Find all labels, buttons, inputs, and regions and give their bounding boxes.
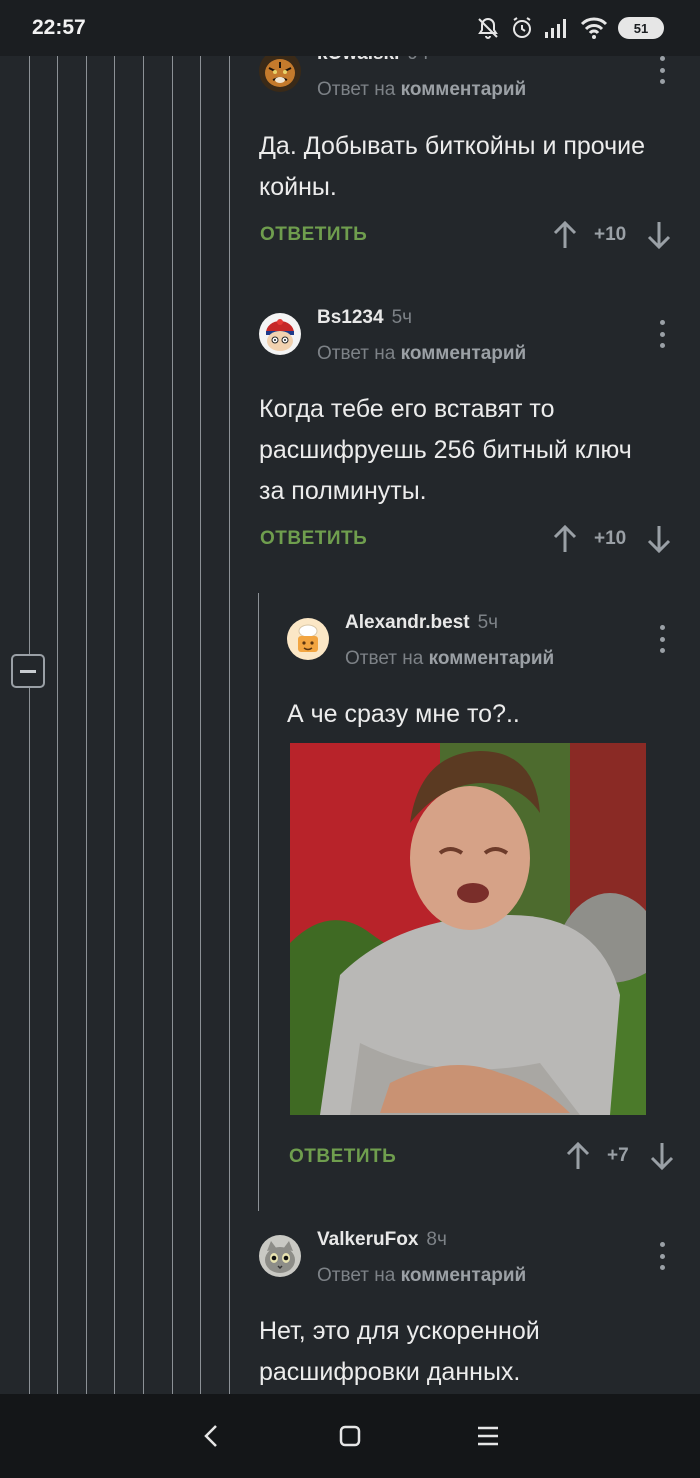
- reply-to-link[interactable]: комментарий: [429, 648, 555, 669]
- back-icon[interactable]: [198, 1422, 226, 1450]
- status-bar: 22:57 51: [0, 0, 700, 56]
- notifications-off-icon: [478, 17, 498, 39]
- avatar[interactable]: [259, 313, 301, 355]
- comment-author[interactable]: Alexandr.best 5ч: [345, 612, 498, 634]
- thread-line: [200, 56, 201, 1394]
- battery-level: 51: [633, 20, 649, 36]
- reply-to: Ответ на комментарий: [345, 648, 554, 670]
- alarm-icon: [513, 17, 531, 38]
- reply-to-prefix: Ответ на: [345, 648, 424, 669]
- home-icon[interactable]: [336, 1422, 364, 1450]
- more-options-icon[interactable]: [659, 56, 665, 84]
- signal-icon: [545, 19, 566, 38]
- more-options-icon[interactable]: [659, 320, 665, 348]
- thread-line: [57, 56, 58, 1394]
- thread-line: [114, 56, 115, 1394]
- thread-line: [143, 56, 144, 1394]
- vote-controls: +10: [552, 524, 672, 554]
- reply-button[interactable]: ОТВЕТИТЬ: [289, 1146, 396, 1168]
- reply-to-prefix: Ответ на: [317, 343, 396, 364]
- battery-icon: 51: [618, 17, 664, 39]
- collapse-thread-button[interactable]: [11, 654, 45, 688]
- status-time: 22:57: [32, 16, 86, 39]
- vote-controls: +7: [565, 1141, 675, 1171]
- comment-text: Да. Добывать биткойны и прочие койны.: [259, 132, 646, 201]
- more-options-icon[interactable]: [659, 1242, 665, 1270]
- reply-to-link[interactable]: комментарий: [401, 343, 527, 364]
- comment-text: Когда тебе его вставят то расшифруешь 25…: [259, 395, 632, 505]
- downvote-icon[interactable]: [646, 220, 672, 250]
- thread-line: [86, 56, 87, 1394]
- comment-author[interactable]: ValkeruFox 8ч: [317, 1229, 447, 1251]
- comment-text: Нет, это для ускоренной расшифровки данн…: [259, 1317, 540, 1386]
- menu-icon[interactable]: [474, 1422, 502, 1450]
- reply-button[interactable]: ОТВЕТИТЬ: [260, 224, 367, 246]
- comment-time: 5ч: [477, 612, 499, 633]
- author-name[interactable]: Alexandr.best: [345, 612, 470, 633]
- comment-score: +7: [607, 1145, 629, 1166]
- reply-to: Ответ на комментарий: [317, 343, 526, 365]
- system-nav-bar: [0, 1394, 700, 1478]
- comment-time: 8ч: [426, 1229, 447, 1250]
- status-icons: 51: [476, 16, 664, 40]
- upvote-icon[interactable]: [552, 524, 578, 554]
- avatar[interactable]: [259, 1235, 301, 1277]
- comment-score: +10: [594, 528, 627, 549]
- thread-line: [258, 593, 259, 1211]
- comment-text: А че сразу мне то?..: [287, 700, 520, 728]
- reply-to-link[interactable]: комментарий: [401, 1265, 527, 1286]
- comment-image[interactable]: [290, 743, 646, 1115]
- thread-line: [172, 56, 173, 1394]
- comment-time: 5ч: [391, 307, 413, 328]
- wifi-icon: [580, 17, 608, 39]
- thread-line: [29, 56, 30, 1394]
- thread-line: [229, 56, 230, 1394]
- comment-score: +10: [594, 224, 627, 245]
- downvote-icon[interactable]: [649, 1141, 675, 1171]
- reply-to-prefix: Ответ на: [317, 79, 396, 100]
- avatar[interactable]: [259, 50, 301, 92]
- avatar[interactable]: [287, 618, 329, 660]
- reply-to: Ответ на комментарий: [317, 79, 526, 101]
- author-name[interactable]: Bs1234: [317, 307, 384, 328]
- minus-icon: [20, 669, 36, 673]
- vote-controls: +10: [552, 220, 672, 250]
- upvote-icon[interactable]: [552, 220, 578, 250]
- downvote-icon[interactable]: [646, 524, 672, 554]
- reply-to-prefix: Ответ на: [317, 1265, 396, 1286]
- reply-to: Ответ на комментарий: [317, 1265, 526, 1287]
- upvote-icon[interactable]: [565, 1141, 591, 1171]
- reply-to-link[interactable]: комментарий: [401, 79, 527, 100]
- comment-author[interactable]: Bs1234 5ч: [317, 307, 412, 329]
- reply-button[interactable]: ОТВЕТИТЬ: [260, 528, 367, 550]
- author-name[interactable]: ValkeruFox: [317, 1229, 418, 1250]
- more-options-icon[interactable]: [659, 625, 665, 653]
